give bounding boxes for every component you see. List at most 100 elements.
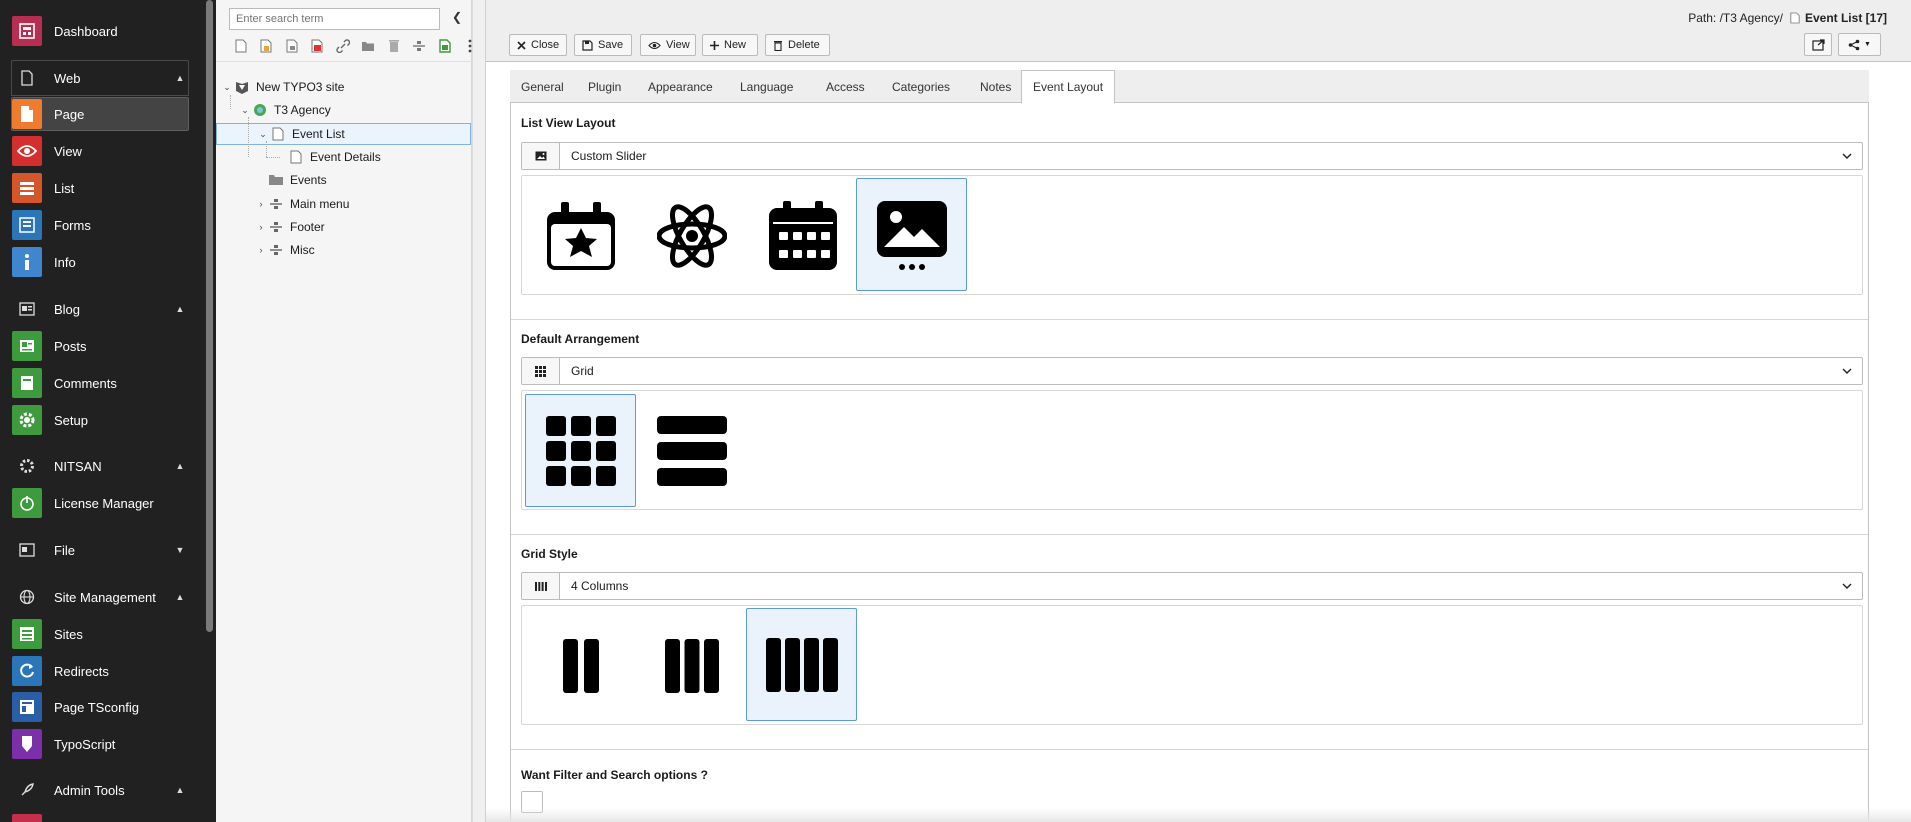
share-button[interactable]: ▼ [1838, 33, 1881, 56]
chevron-right-icon[interactable]: › [254, 222, 268, 232]
module-sites[interactable]: Sites [12, 617, 188, 651]
chevron-down-icon[interactable]: ⌄ [220, 82, 234, 93]
module-label: Sites [54, 626, 83, 642]
module-typoscript[interactable]: TypoScript [12, 727, 188, 761]
tree-node-root[interactable]: ⌄ New TYPO3 site [220, 76, 344, 98]
tab-access[interactable]: Access [815, 70, 876, 103]
tab-plugin[interactable]: Plugin [577, 70, 632, 103]
option-calendar-star[interactable] [525, 179, 636, 292]
chevron-down-icon: ▼ [175, 545, 185, 555]
delete-label: Delete [788, 39, 820, 51]
new-separator-icon[interactable] [407, 37, 433, 55]
new-page-icon[interactable] [228, 37, 254, 55]
group-nitsan[interactable]: NITSAN ▲ [12, 450, 188, 482]
bottom-shadow [486, 808, 1911, 822]
folder-icon [268, 172, 284, 188]
tab-language[interactable]: Language [729, 70, 804, 103]
redirects-icon [12, 656, 42, 686]
tree-node-event-list[interactable]: ⌄ Event List [256, 123, 344, 145]
new-page-green-icon[interactable] [432, 37, 458, 55]
grid-small-icon [522, 358, 560, 384]
chevron-right-icon[interactable]: › [254, 245, 268, 255]
group-site-management[interactable]: Site Management ▲ [12, 581, 188, 613]
module-label: TypoScript [54, 736, 116, 752]
module-label: Redirects [54, 663, 109, 679]
module-dashboard[interactable]: Dashboard [12, 14, 188, 48]
delete-button[interactable]: Delete [765, 34, 830, 56]
save-button[interactable]: Save [574, 34, 632, 56]
module-page[interactable]: Page [11, 97, 189, 131]
tab-appearance[interactable]: Appearance [637, 70, 724, 103]
default-arrangement-options [521, 390, 1863, 510]
globe-page-icon [252, 102, 268, 118]
module-label: Setup [54, 412, 88, 428]
module-menu-scrollbar[interactable] [206, 0, 213, 632]
option-list[interactable] [636, 394, 747, 507]
close-label: Close [531, 39, 560, 51]
module-menu: Dashboard Web ▲ Page View List Forms Inf… [0, 0, 216, 822]
module-list[interactable]: List [12, 171, 188, 205]
tree-node-label: New TYPO3 site [256, 80, 345, 94]
option-four-columns[interactable] [746, 608, 857, 721]
chevron-down-icon[interactable]: ⌄ [238, 105, 252, 116]
tab-categories[interactable]: Categories [881, 70, 961, 103]
tab-notes[interactable]: Notes [969, 70, 1022, 103]
new-folder-icon[interactable] [356, 37, 382, 55]
chevron-right-icon[interactable]: › [254, 199, 268, 209]
option-image-slider[interactable] [856, 178, 967, 291]
group-label: NITSAN [54, 458, 102, 474]
module-comments[interactable]: Comments [12, 366, 188, 400]
chevron-down-icon [1832, 583, 1862, 589]
list-view-layout-select[interactable]: Custom Slider [521, 142, 1863, 170]
module-label: List [54, 180, 75, 196]
tree-guide [266, 157, 280, 158]
new-page-sub-icon[interactable] [279, 37, 305, 55]
list-view-layout-options [521, 175, 1863, 295]
option-atom[interactable] [636, 179, 747, 292]
group-web[interactable]: Web ▲ [11, 60, 189, 96]
recycler-icon[interactable] [381, 37, 407, 55]
option-two-columns[interactable] [525, 609, 636, 722]
tree-node-footer[interactable]: › Footer [254, 216, 325, 238]
tree-node-events[interactable]: Events [268, 169, 327, 191]
module-setup[interactable]: Setup [12, 403, 188, 437]
option-grid[interactable] [525, 394, 636, 507]
open-new-window-button[interactable] [1804, 33, 1832, 56]
two-columns-icon [562, 638, 599, 693]
module-info[interactable]: Info [12, 245, 188, 279]
module-page-tsconfig[interactable]: Page TSconfig [12, 690, 188, 724]
module-redirects[interactable]: Redirects [12, 654, 188, 688]
atom-icon [656, 200, 727, 272]
new-button[interactable]: New [702, 34, 758, 56]
default-arrangement-select[interactable]: Grid [521, 357, 1863, 385]
tree-node-event-details[interactable]: Event Details [288, 146, 381, 168]
option-three-columns[interactable] [636, 609, 747, 722]
tree-node-misc[interactable]: › Misc [254, 239, 315, 261]
blog-icon [12, 294, 42, 324]
tab-general[interactable]: General [510, 70, 575, 103]
tree-resize-handle[interactable] [472, 0, 486, 822]
tree-node-t3-agency[interactable]: ⌄ T3 Agency [238, 99, 330, 121]
grid-style-select[interactable]: 4 Columns [521, 572, 1863, 600]
new-page-template-icon[interactable] [254, 37, 280, 55]
new-page-external-icon[interactable] [305, 37, 331, 55]
group-blog[interactable]: Blog ▲ [12, 293, 188, 325]
tree-search-input[interactable] [229, 8, 440, 30]
view-button[interactable]: View [640, 34, 696, 56]
close-button[interactable]: Close [509, 34, 567, 56]
new-link-icon[interactable] [330, 37, 356, 55]
share-icon: ▼ [1848, 39, 1871, 51]
chevron-down-icon[interactable]: ⌄ [256, 129, 270, 140]
collapse-tree-icon[interactable]: ❮ [448, 10, 466, 28]
tab-event-layout[interactable]: Event Layout [1021, 70, 1116, 104]
module-forms[interactable]: Forms [12, 208, 188, 242]
page-icon [1790, 12, 1800, 24]
module-view[interactable]: View [12, 134, 188, 168]
group-file[interactable]: File ▼ [12, 534, 188, 566]
group-admin-tools[interactable]: Admin Tools ▲ [12, 774, 188, 806]
module-license-manager[interactable]: License Manager [12, 486, 188, 520]
option-calendar-grid[interactable] [747, 179, 858, 292]
section-list-view-layout: List View Layout Custom Slider [511, 103, 1868, 320]
module-posts[interactable]: Posts [12, 329, 188, 363]
tree-node-main-menu[interactable]: › Main menu [254, 193, 350, 215]
